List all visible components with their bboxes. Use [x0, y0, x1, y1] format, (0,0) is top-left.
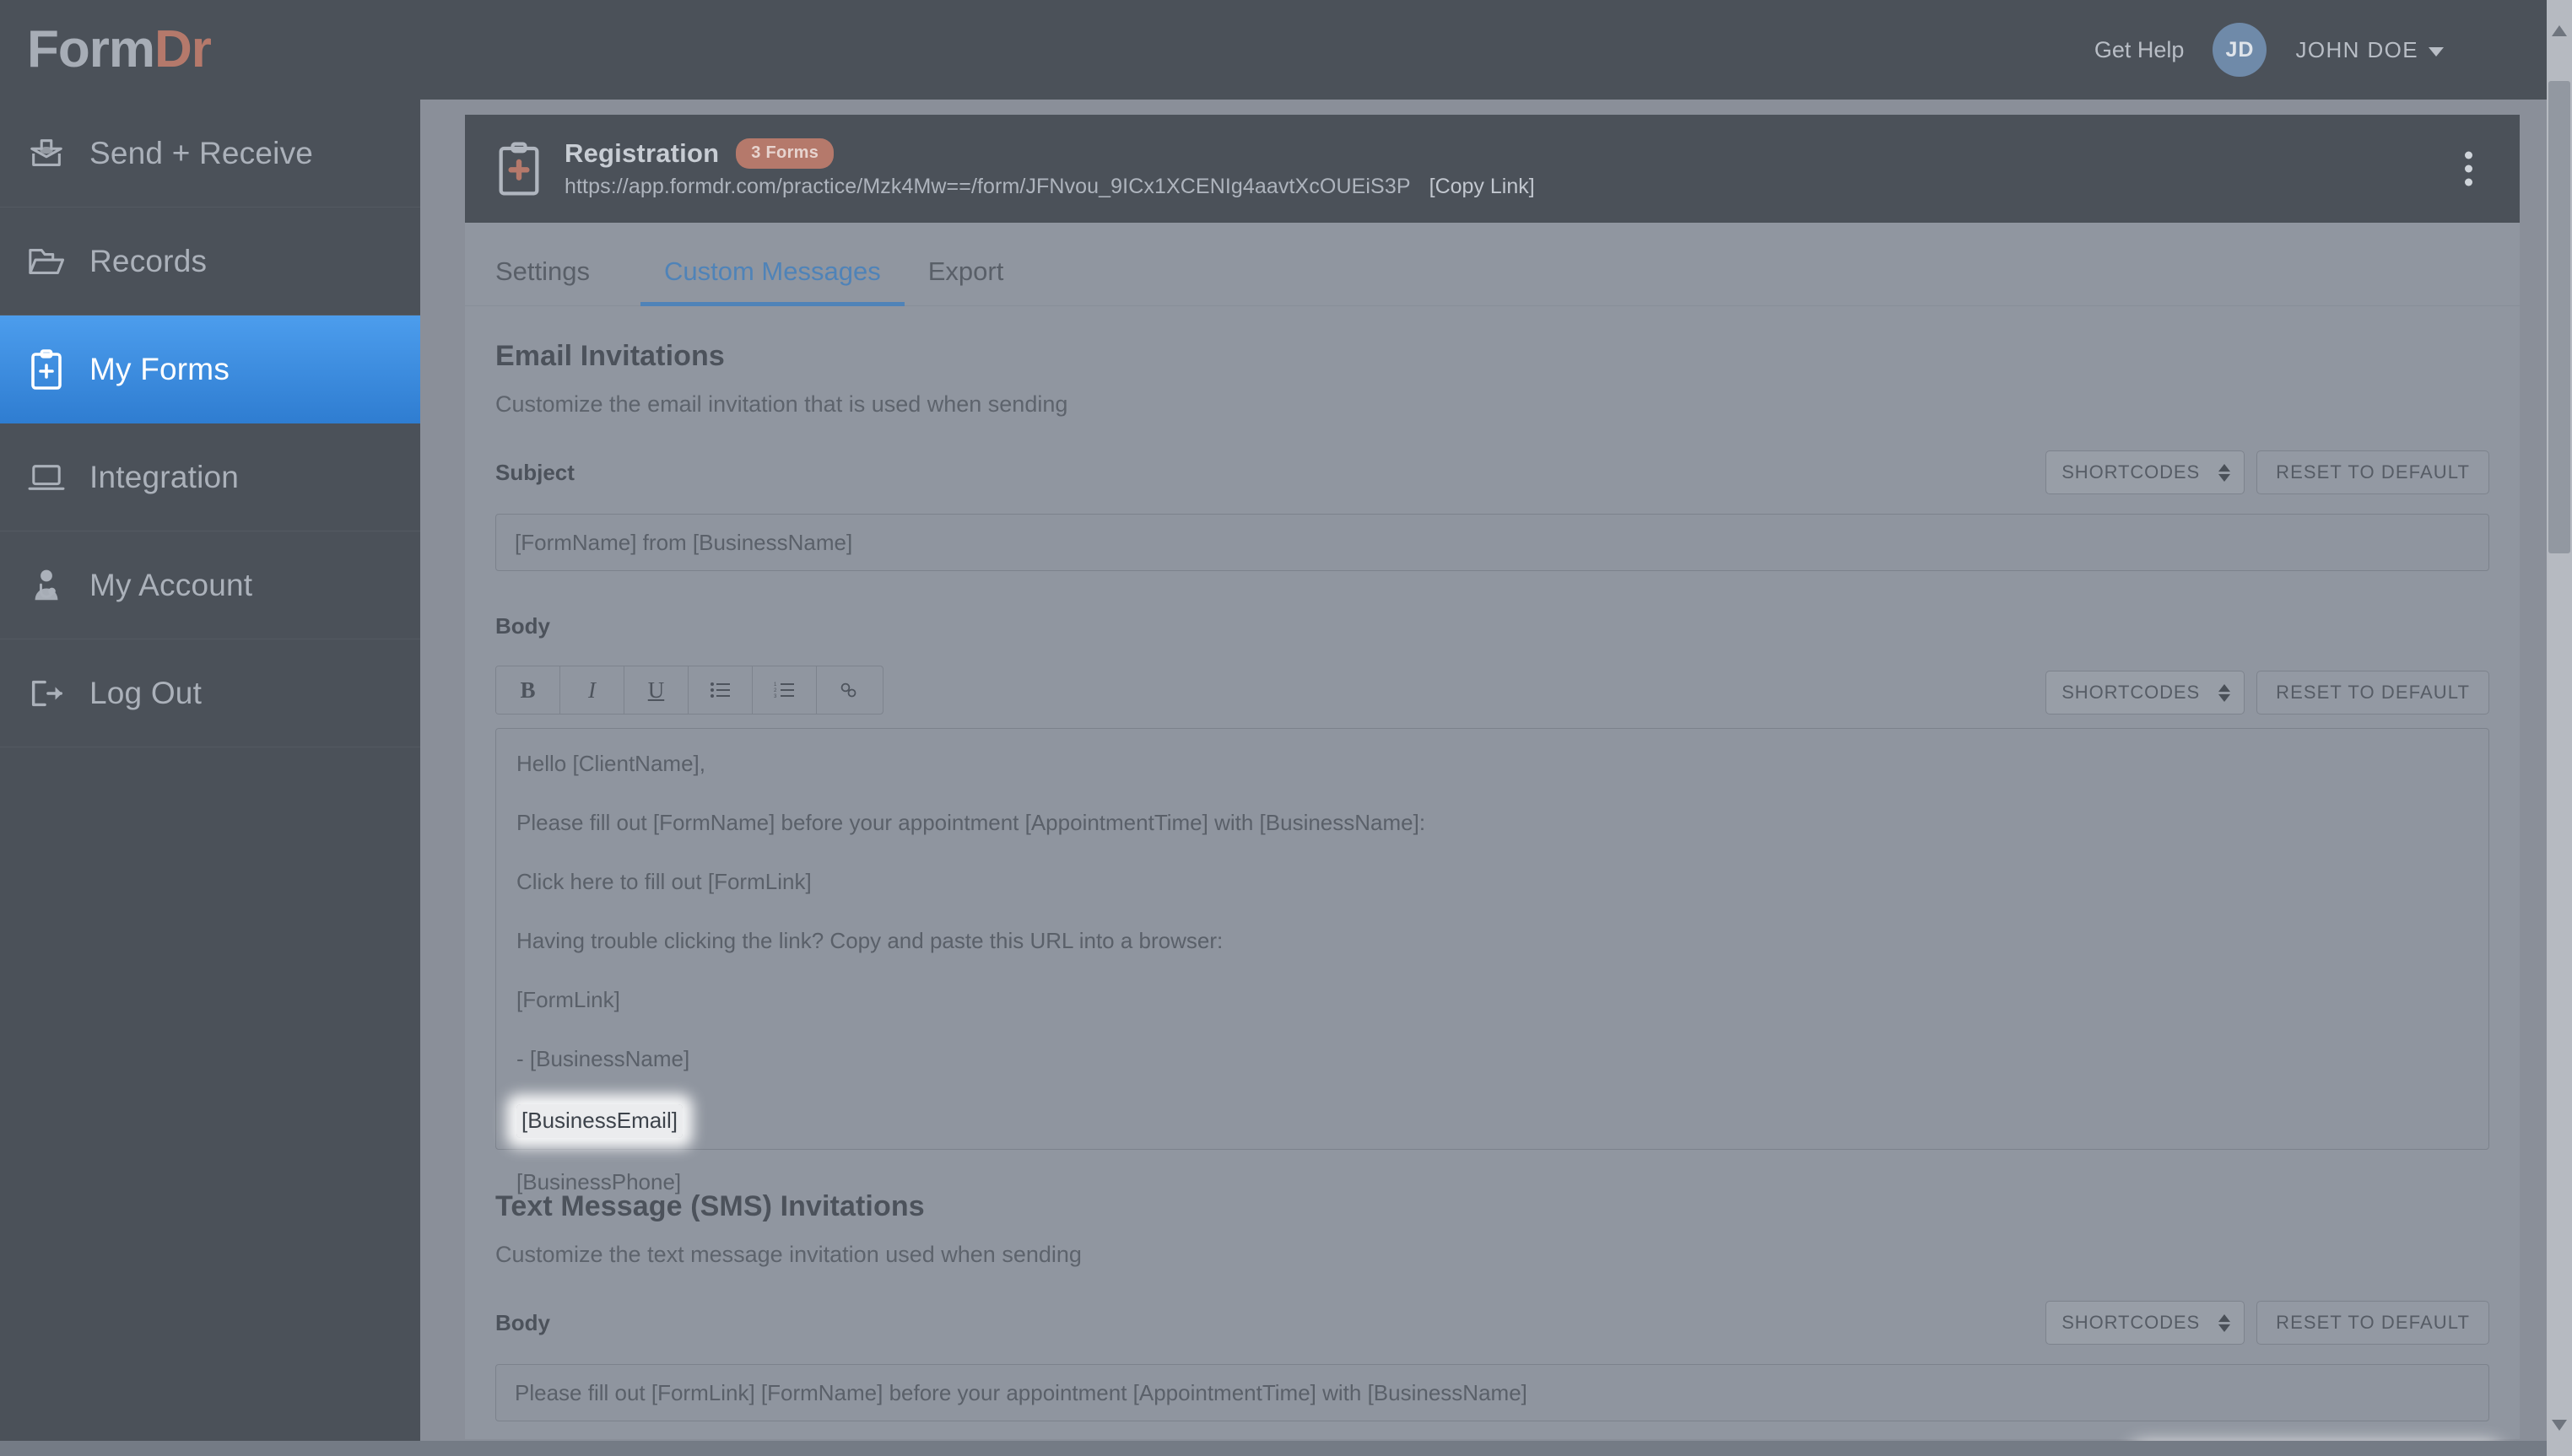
top-bar: FormDr Get Help JD JOHN DOE [0, 0, 2572, 100]
brand-logo-dr: Dr [154, 20, 212, 78]
bullet-list-icon[interactable] [689, 666, 753, 714]
clipboard-plus-icon [27, 348, 66, 390]
svg-text:3: 3 [774, 694, 777, 699]
form-url-row: https://app.formdr.com/practice/Mzk4Mw==… [565, 175, 1535, 199]
sidebar: Send + Receive Records My Forms Integrat… [0, 100, 420, 1456]
editor-toolbar-row: B I U 1 2 3 SHORTCODES RESET TO DEFAULT [495, 650, 2489, 715]
send-receive-icon [27, 134, 66, 173]
copy-link-button[interactable]: [Copy Link] [1429, 175, 1535, 199]
user-name-label[interactable]: JOHN DOE [2295, 37, 2418, 63]
sms-body-input[interactable]: Please fill out [FormLink] [FormName] be… [495, 1364, 2489, 1421]
email-body-paragraph: Please fill out [FormName] before your a… [516, 810, 1426, 836]
form-header-text: Registration 3 Forms https://app.formdr.… [565, 138, 1535, 199]
bold-icon[interactable]: B [496, 666, 560, 714]
status-badge: 3 Forms [736, 138, 835, 169]
email-invitations-section: Email Invitations Customize the email in… [465, 306, 2520, 1194]
scrollbar-thumb[interactable] [2548, 81, 2570, 553]
reset-to-default-button-sms[interactable]: RESET TO DEFAULT [2256, 1301, 2489, 1345]
body-field-row: Body [495, 601, 2489, 650]
subject-label: Subject [495, 459, 575, 485]
email-body-paragraph: Having trouble clicking the link? Copy a… [516, 928, 1224, 954]
tab-export[interactable]: Export [905, 256, 1028, 305]
numbered-list-icon[interactable]: 1 2 3 [753, 666, 817, 714]
content-card: Registration 3 Forms https://app.formdr.… [465, 115, 2520, 1439]
rich-text-toolbar: B I U 1 2 3 [495, 666, 883, 715]
signature-business-email-wrap: [BusinessEmail] [516, 1104, 2468, 1139]
stepper-arrows-icon [2218, 683, 2231, 702]
sidebar-item-label: Send + Receive [89, 135, 314, 170]
shortcodes-select-sms[interactable]: SHORTCODES [2045, 1301, 2245, 1345]
subject-field-row: Subject SHORTCODES RESET TO DEFAULT [495, 448, 2489, 497]
italic-icon[interactable]: I [560, 666, 624, 714]
sidebar-item-label: Log Out [89, 675, 203, 710]
reset-to-default-button-subject[interactable]: RESET TO DEFAULT [2256, 450, 2489, 494]
logout-icon [27, 674, 66, 713]
page-title: Registration [565, 138, 720, 168]
sidebar-item-records[interactable]: Records [0, 208, 420, 315]
avatar[interactable]: JD [2213, 23, 2267, 77]
tab-settings[interactable]: Settings [495, 256, 613, 305]
shortcodes-select-label: SHORTCODES [2061, 682, 2201, 703]
sidebar-filler [0, 747, 420, 1456]
email-section-title: Email Invitations [495, 340, 725, 372]
tab-custom-messages[interactable]: Custom Messages [640, 256, 905, 306]
clipboard-plus-icon [495, 142, 543, 196]
stepper-arrows-icon [2218, 1313, 2231, 1332]
scroll-up-icon[interactable] [2552, 25, 2567, 36]
chevron-down-icon[interactable] [2429, 47, 2444, 57]
form-header: Registration 3 Forms https://app.formdr.… [465, 115, 2520, 223]
form-title-row: Registration 3 Forms [565, 138, 1535, 169]
body-label: Body [495, 612, 550, 639]
sidebar-item-label: Records [89, 243, 208, 278]
folder-icon [27, 242, 66, 281]
sidebar-item-my-forms[interactable]: My Forms [0, 315, 420, 423]
laptop-icon [27, 458, 66, 497]
email-body-paragraph: [FormLink] [516, 987, 620, 1013]
link-icon[interactable] [817, 666, 881, 714]
sidebar-item-label: My Account [89, 567, 253, 602]
svg-text:2: 2 [774, 688, 777, 693]
top-bar-right: Get Help JD JOHN DOE [2094, 23, 2572, 77]
sms-body-field-row: Body SHORTCODES RESET TO DEFAULT [495, 1298, 2489, 1347]
shortcodes-select-label: SHORTCODES [2061, 461, 2201, 483]
kebab-menu-icon[interactable] [2465, 151, 2472, 186]
email-body-paragraph: Click here to fill out [FormLink] [516, 869, 812, 895]
subject-controls: SHORTCODES RESET TO DEFAULT [2045, 450, 2489, 494]
body-controls: SHORTCODES RESET TO DEFAULT [2045, 671, 2489, 715]
sms-section-subtitle: Customize the text message invitation us… [495, 1242, 1082, 1267]
tab-bar: Settings Custom Messages Export [465, 223, 2520, 306]
underline-icon[interactable]: U [624, 666, 689, 714]
main-area: Registration 3 Forms https://app.formdr.… [420, 100, 2572, 1456]
form-url: https://app.formdr.com/practice/Mzk4Mw==… [565, 175, 1411, 198]
get-help-link[interactable]: Get Help [2094, 37, 2185, 63]
sms-body-label: Body [495, 1309, 550, 1335]
brand-logo[interactable]: FormDr [0, 24, 420, 76]
brand-logo-form: Form [27, 20, 155, 78]
sms-body-controls: SHORTCODES RESET TO DEFAULT [2045, 1301, 2489, 1345]
sidebar-item-integration[interactable]: Integration [0, 423, 420, 531]
email-body-paragraph: Hello [ClientName], [516, 751, 705, 776]
signature-business-name: - [BusinessName] [516, 1046, 690, 1072]
shortcodes-select-subject[interactable]: SHORTCODES [2045, 450, 2245, 494]
email-section-subtitle: Customize the email invitation that is u… [495, 391, 1068, 417]
scroll-down-icon[interactable] [2552, 1420, 2567, 1431]
shortcodes-select-label: SHORTCODES [2061, 1312, 2201, 1333]
svg-text:1: 1 [774, 682, 777, 688]
signature-business-phone: [BusinessPhone] [516, 1169, 682, 1195]
sidebar-item-log-out[interactable]: Log Out [0, 639, 420, 747]
sidebar-item-label: Integration [89, 459, 240, 494]
email-body-editor[interactable]: Hello [ClientName], Please fill out [For… [495, 728, 2489, 1194]
reset-to-default-button-body[interactable]: RESET TO DEFAULT [2256, 671, 2489, 715]
sidebar-item-label: My Forms [89, 351, 230, 386]
sidebar-item-send-receive[interactable]: Send + Receive [0, 100, 420, 208]
subject-input[interactable]: [FormName] from [BusinessName] [495, 514, 2489, 571]
sidebar-item-my-account[interactable]: My Account [0, 531, 420, 639]
stepper-arrows-icon [2218, 463, 2231, 482]
shortcodes-select-body[interactable]: SHORTCODES [2045, 671, 2245, 715]
app-root: FormDr Get Help JD JOHN DOE Send + Recei… [0, 0, 2572, 1456]
doctor-icon [27, 566, 66, 605]
window-bottom-strip [0, 1441, 2572, 1456]
signature-business-email[interactable]: [BusinessEmail] [516, 1104, 683, 1139]
